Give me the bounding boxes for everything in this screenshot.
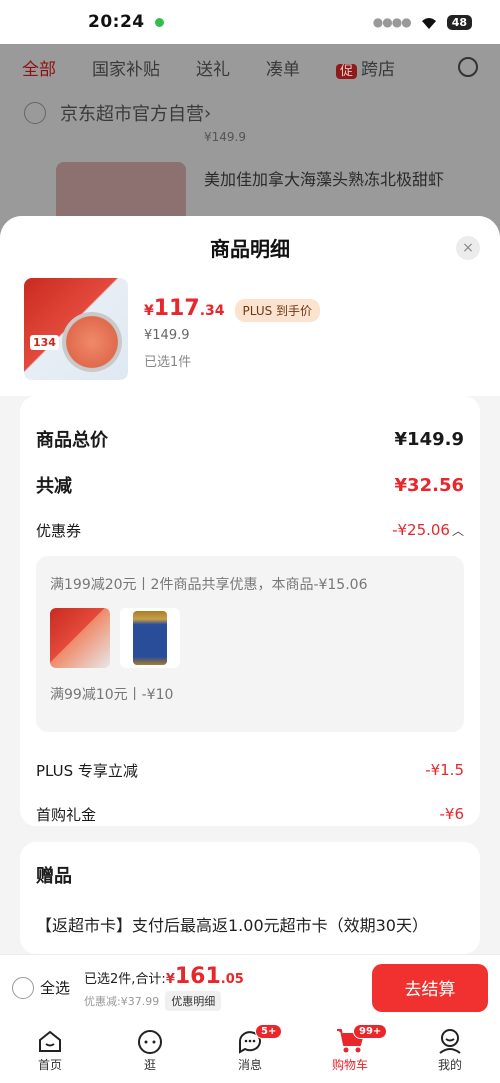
coupon-value: -¥25.06	[392, 521, 450, 539]
price-row: ¥117.34 PLUS 到手价	[144, 296, 321, 322]
status-time: 20:24	[88, 12, 145, 32]
bg-item-title: 美加佳加拿大海藻头熟冻北极甜虾	[204, 170, 445, 189]
battery-icon: 48	[446, 14, 472, 30]
total-reduce-label: 共减	[36, 476, 72, 497]
total-reduce-value: ¥32.56	[394, 474, 464, 496]
tab-home-label: 首页	[37, 1058, 62, 1072]
tab-explore[interactable]: 逛	[115, 1026, 185, 1083]
first-purchase-value: -¥6	[439, 805, 465, 823]
selected-count: 已选1件	[144, 355, 192, 370]
shrimp-product-image[interactable]	[50, 608, 110, 668]
wifi-icon	[421, 18, 436, 29]
promo-badge: 促	[336, 63, 358, 79]
face-icon	[135, 1026, 165, 1056]
gift-title: 赠品	[36, 866, 72, 887]
select-all-checkbox[interactable]	[12, 976, 34, 999]
tab-messages[interactable]: 5+ 消息	[215, 1024, 285, 1083]
original-price: ¥149.9	[144, 328, 190, 343]
product-detail-sheet: 商品明细 × 134 ¥117.34 PLUS 到手价 ¥149.9 已选1件 …	[0, 216, 500, 954]
total-line: 已选2件,合计: ¥161.05	[84, 964, 244, 989]
plus-discount-value: -¥1.5	[425, 761, 464, 779]
signal-icon: ●●●●	[372, 15, 412, 29]
background-tabs: 全部 国家补贴 送礼 凑单 促跨店	[0, 44, 500, 90]
product-row: 134 ¥117.34 PLUS 到手价 ¥149.9 已选1件	[0, 278, 500, 396]
close-icon[interactable]: ×	[456, 236, 480, 260]
price-summary-card: 商品总价 ¥149.9 共减 ¥32.56 优惠券 -¥25.06 ︿ 满199减…	[20, 396, 480, 826]
shrimp-plate-image	[62, 312, 122, 372]
home-icon	[35, 1026, 65, 1056]
total-price-value: ¥149.9	[394, 428, 464, 450]
canned-product-image[interactable]	[120, 608, 180, 668]
status-bar: 20:24 ●●●● 48	[0, 0, 500, 44]
gift-text: 【返超市卡】支付后最高返1.00元超市卡（效期30天）	[36, 916, 428, 935]
mic-indicator-icon	[154, 17, 164, 27]
first-purchase-row: 首购礼金 -¥6	[36, 792, 464, 836]
search-icon	[458, 57, 478, 77]
coupon-value-wrap: -¥25.06 ︿	[392, 521, 464, 539]
bg-tab-all: 全部	[22, 59, 56, 80]
bottom-tab-bar: 首页 逛 5+ 消息 99+ 购物车 我的	[0, 1020, 500, 1083]
tab-explore-label: 逛	[143, 1058, 156, 1072]
tab-profile[interactable]: 我的	[415, 1026, 485, 1083]
thumb-badge: 134	[30, 335, 59, 350]
plus-discount-row: PLUS 专享立减 -¥1.5	[36, 748, 464, 792]
product-thumbnail[interactable]: 134	[24, 278, 128, 380]
bg-store-name: 京东超市官方自营	[60, 104, 204, 125]
select-all-label[interactable]: 全选	[40, 977, 70, 998]
bg-store-row: 京东超市官方自营 ›	[0, 90, 500, 136]
gift-card: 赠品 【返超市卡】支付后最高返1.00元超市卡（效期30天）	[20, 842, 480, 954]
tab-messages-label: 消息	[237, 1058, 262, 1072]
product-info: ¥117.34 PLUS 到手价 ¥149.9 已选1件	[144, 278, 321, 378]
total-reduce-row: 共减 ¥32.56	[36, 462, 464, 508]
total-price-row: 商品总价 ¥149.9	[36, 416, 464, 462]
status-right: ●●●● 48	[373, 14, 472, 30]
tab-home[interactable]: 首页	[15, 1026, 85, 1083]
coupon-row[interactable]: 优惠券 -¥25.06 ︿	[36, 508, 464, 552]
bg-store-radio	[24, 102, 46, 124]
coupon-label: 优惠券	[36, 521, 82, 540]
bg-item-price: ¥149.9	[204, 130, 246, 144]
bg-tab-cross-store: 促跨店	[336, 55, 395, 80]
messages-badge: 5+	[255, 1024, 283, 1039]
bg-tab-gift: 送礼	[196, 59, 230, 80]
discount-amount: 优惠减:¥37.99	[84, 995, 160, 1008]
cart-badge: 99+	[353, 1024, 388, 1039]
discount-detail-button[interactable]: 优惠明细	[165, 991, 222, 1011]
plus-price-tag: PLUS 到手价	[234, 299, 321, 322]
coupon-detail-box: 满199减20元丨2件商品共享优惠，本商品-¥15.06 满99减10元丨-¥1…	[36, 556, 464, 732]
coupon-line-1: 满199减20元丨2件商品共享优惠，本商品-¥15.06	[50, 577, 368, 593]
sheet-title: 商品明细	[210, 236, 290, 261]
sheet-header: 商品明细 ×	[0, 216, 500, 278]
total-amount: ¥161.05	[165, 964, 244, 989]
total-summary: 已选2件,合计: ¥161.05 优惠减:¥37.99 优惠明细	[84, 964, 244, 1011]
coupon-products	[50, 608, 450, 668]
total-prefix: 已选2件,合计:	[84, 972, 166, 987]
tab-cart[interactable]: 99+ 购物车	[315, 1024, 388, 1083]
plus-discount-label: PLUS 专享立减	[36, 761, 138, 780]
bg-tab-subsidy: 国家补贴	[92, 59, 160, 80]
tab-cart-label: 购物车	[331, 1058, 368, 1072]
chevron-up-icon: ︿	[451, 524, 464, 538]
checkout-button[interactable]: 去结算	[372, 963, 488, 1012]
tab-profile-label: 我的	[437, 1058, 462, 1072]
first-purchase-label: 首购礼金	[36, 805, 97, 824]
bg-tab-bundle: 凑单	[266, 59, 300, 80]
total-price-label: 商品总价	[36, 430, 108, 451]
chevron-right-icon: ›	[204, 102, 212, 124]
coupon-line-2: 满99减10元丨-¥10	[50, 687, 174, 703]
discount-line: 优惠减:¥37.99 优惠明细	[84, 991, 244, 1011]
checkout-bar: 全选 已选2件,合计: ¥161.05 优惠减:¥37.99 优惠明细 去结算	[0, 954, 500, 1020]
user-icon	[435, 1026, 465, 1056]
plus-price: ¥117.34	[144, 296, 225, 321]
